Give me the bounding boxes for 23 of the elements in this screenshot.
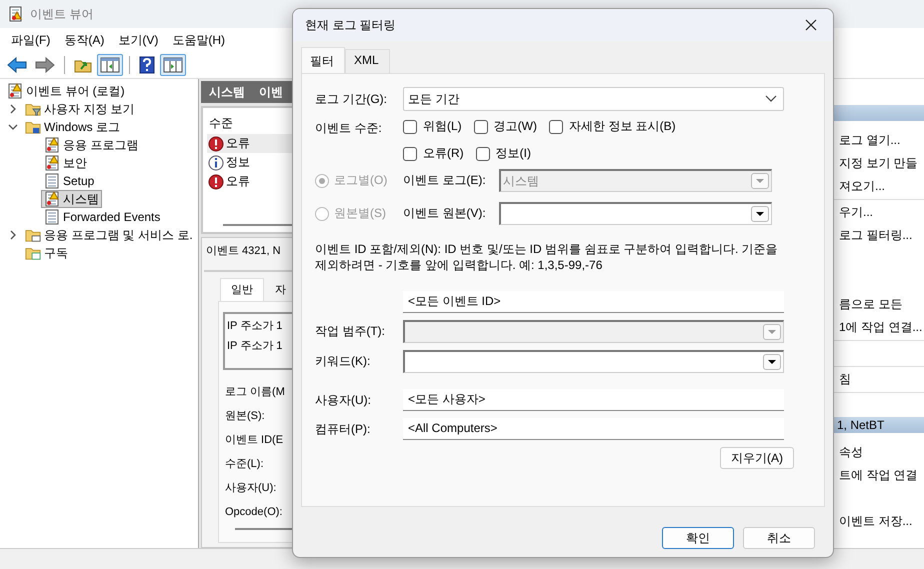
field-label: 이벤트 수준: [315,120,383,137]
field-label: 사용자(U): [224,481,276,496]
field-label: 이벤트 원본(V): [403,205,487,222]
field-label: 이벤트 ID(E [224,433,284,448]
message-line: IP 주소가 1 [227,319,282,334]
pane-title: 이벤 [259,84,283,100]
field-label: 수준(L): [224,457,264,472]
event-title: 이벤트 4321, N [205,244,281,259]
field-label: 이벤트 로그(E): [403,172,487,189]
field-label: 로그 기간(G): [315,90,388,108]
pane-title: 시스템 [209,84,245,100]
section-title: 1, NetBT [837,418,884,432]
message-line: IP 주소가 1 [227,339,282,354]
field-label: 원본(S): [224,409,265,424]
field-label: 컴퓨터(P): [315,420,372,438]
dialog-title: 현재 로그 필터링 [305,16,396,34]
event-id-description: 이벤트 ID 포함/제외(N): ID 번호 및/또는 ID 범위를 쉼표로 구분하여 입력합니다. 기준을 제외하려면 - 기호를 앞에 입력합니다. 예: 1,3,5-99,-76 [315,241,779,273]
field-label: 로그 이름(M [224,385,285,400]
field-label: 작업 범주(T): [315,323,386,340]
field-label: 사용자(U): [315,392,372,408]
field-label: Opcode(O): [224,505,282,520]
window-title: 이벤트 뷰어 [30,6,94,22]
field-label: 키워드(K): [315,353,372,370]
